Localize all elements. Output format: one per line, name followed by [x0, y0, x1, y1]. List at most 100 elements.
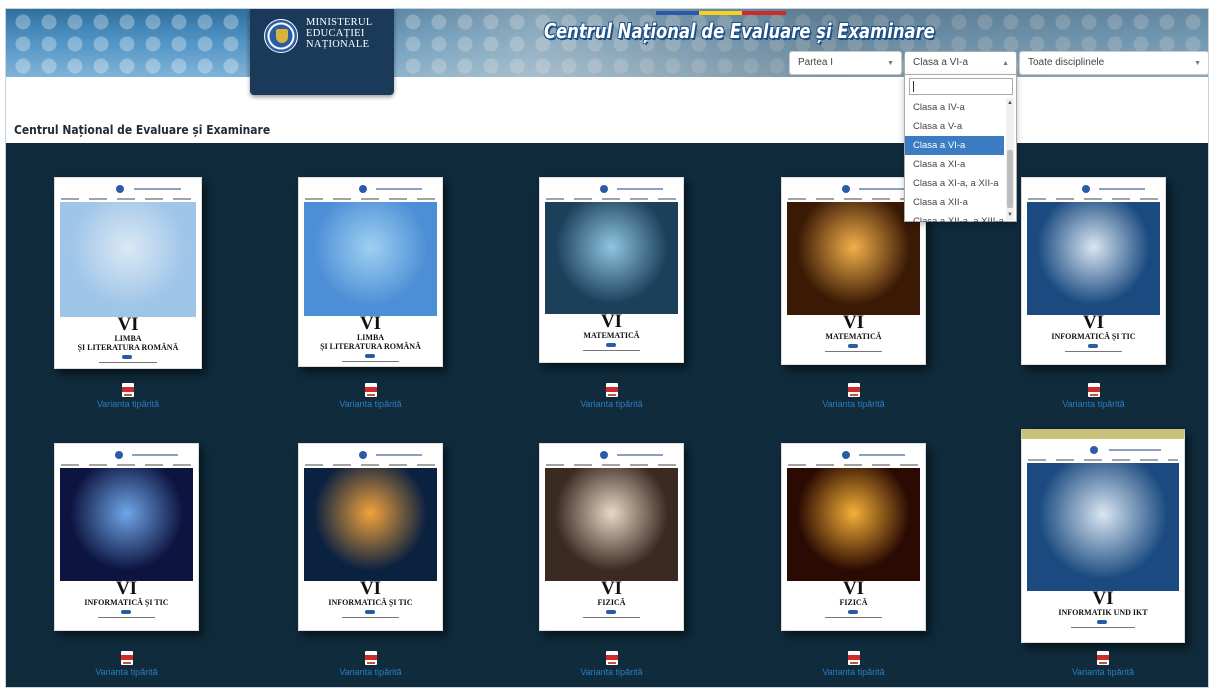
class-option[interactable]: Clasa a XII-a — [905, 193, 1004, 212]
cover-header — [1022, 445, 1184, 455]
book-subject: ȘI LITERATURA ROMÂNĂ — [77, 343, 179, 352]
printed-version-link[interactable]: Varianta tipărită — [552, 667, 672, 677]
pdf-file-icon[interactable] — [1087, 383, 1100, 397]
cover-header — [1022, 184, 1165, 194]
class-option[interactable]: Clasa a V-a — [905, 117, 1004, 136]
publisher-logo-icon — [364, 354, 375, 358]
printed-version-link[interactable]: Varianta tipărită — [311, 399, 431, 409]
flag-stripe — [656, 11, 786, 15]
publisher-line — [98, 362, 158, 363]
class-option[interactable]: Clasa a VI-a — [905, 136, 1004, 155]
printed-version-link[interactable]: Varianta tipărită — [311, 667, 431, 677]
emblem-icon — [842, 451, 851, 459]
cover-authors — [61, 198, 195, 200]
book-subject: INFORMATICĂ ȘI TIC — [84, 598, 169, 607]
scrollbar-thumb[interactable] — [1007, 150, 1013, 208]
class-option[interactable]: Clasa a XII-a, a XIII-a — [905, 212, 1004, 222]
book-grade: VI — [842, 578, 865, 599]
class-search-input[interactable] — [909, 78, 1013, 95]
cover-authors — [788, 464, 919, 466]
emblem-icon — [115, 451, 124, 459]
emblem-icon — [116, 185, 125, 193]
book-cover[interactable]: VI INFORMATICĂ ȘI TIC — [298, 443, 443, 631]
class-option[interactable]: Clasa a IV-a — [905, 98, 1004, 117]
ministry-line-2: EDUCAȚIEI — [306, 28, 365, 39]
discipline-select-value: Toate disciplinele — [1028, 57, 1105, 68]
ministry-line-1: MINISTERUL — [306, 17, 373, 28]
book-grade: VI — [117, 314, 139, 335]
ministry-logo[interactable]: MINISTERUL EDUCAȚIEI NAȚIONALE — [250, 9, 394, 95]
printed-version-link[interactable]: Varianta tipărită — [794, 399, 914, 409]
book-cover[interactable]: VI INFORMATICĂ ȘI TIC — [54, 443, 199, 631]
book-grade: VI — [842, 312, 865, 333]
publisher-line — [582, 350, 641, 351]
pdf-file-icon[interactable] — [847, 651, 860, 665]
printed-version-link[interactable]: Varianta tipărită — [1034, 399, 1154, 409]
class-option[interactable]: Clasa a XI-a — [905, 155, 1004, 174]
part-select[interactable]: Partea I ▼ — [789, 51, 902, 75]
book-grade: VI — [1082, 312, 1105, 333]
publisher-line — [1070, 627, 1136, 628]
printed-version-link[interactable]: Varianta tipărită — [552, 399, 672, 409]
cover-authors — [305, 198, 436, 200]
cover-illustration — [787, 468, 920, 581]
publisher-line — [824, 351, 883, 352]
book-cover[interactable]: VI INFORMATIK UND IKT — [1021, 429, 1185, 643]
discipline-select[interactable]: Toate disciplinele ▼ — [1019, 51, 1208, 75]
publisher-logo-icon — [122, 355, 133, 359]
scroll-down-icon[interactable]: ▼ — [1007, 212, 1013, 218]
pdf-file-icon[interactable] — [120, 651, 133, 665]
printed-version-link[interactable]: Varianta tipărită — [1043, 667, 1163, 677]
cover-header — [55, 450, 198, 460]
ministry-name: MINISTERUL EDUCAȚIEI NAȚIONALE — [306, 17, 390, 50]
printed-version-link[interactable]: Varianta tipărită — [67, 667, 187, 677]
pdf-file-icon[interactable] — [122, 383, 134, 397]
emblem-icon — [1082, 185, 1091, 193]
chevron-down-icon: ▼ — [1194, 60, 1201, 67]
book-subject: LIMBA — [356, 333, 385, 342]
pdf-file-icon[interactable] — [605, 651, 618, 665]
text-cursor — [913, 81, 914, 92]
cover-authors — [1028, 198, 1159, 200]
book-grade: VI — [600, 311, 623, 332]
publisher-logo-icon — [605, 610, 616, 614]
publisher-logo-icon — [1096, 620, 1107, 624]
book-cover[interactable]: VI LIMBA ȘI LITERATURA ROMÂNĂ — [298, 177, 443, 367]
emblem-icon — [842, 185, 851, 193]
ministry-line-3: NAȚIONALE — [306, 39, 370, 50]
printed-version-link[interactable]: Varianta tipărită — [794, 667, 914, 677]
book-cover[interactable]: VI INFORMATICĂ ȘI TIC — [1021, 177, 1166, 365]
cover-illustration — [60, 468, 193, 581]
book-subject: INFORMATIK UND IKT — [1058, 608, 1148, 617]
class-select[interactable]: Clasa a VI-a ▲ — [904, 51, 1017, 75]
book-grade: VI — [600, 578, 623, 599]
book-subject: MATEMATICĂ — [825, 332, 882, 341]
chevron-up-icon: ▲ — [1002, 60, 1009, 67]
emblem-icon — [359, 185, 368, 193]
pdf-file-icon[interactable] — [364, 383, 377, 397]
pdf-file-icon[interactable] — [605, 383, 618, 397]
book-cover[interactable]: VI FIZICĂ — [781, 443, 926, 631]
book-subject: INFORMATICĂ ȘI TIC — [1051, 332, 1136, 341]
site-title[interactable]: Centrul Național de Evaluare și Examinar… — [544, 19, 935, 43]
part-select-value: Partea I — [798, 57, 834, 68]
book-grade: VI — [1092, 588, 1114, 609]
book-cover[interactable]: VI FIZICĂ — [539, 443, 684, 631]
publisher-line — [97, 617, 156, 618]
printed-version-link[interactable]: Varianta tipărită — [68, 399, 188, 409]
cover-header — [540, 184, 683, 194]
pdf-file-icon[interactable] — [364, 651, 377, 665]
scroll-up-icon[interactable]: ▲ — [1007, 100, 1013, 106]
pdf-file-icon[interactable] — [1097, 651, 1109, 665]
cover-illustration — [787, 202, 920, 315]
cover-illustration — [545, 202, 678, 314]
book-cover[interactable]: VI LIMBA ȘI LITERATURA ROMÂNĂ — [54, 177, 202, 369]
class-select-value: Clasa a VI-a — [913, 57, 969, 68]
chevron-down-icon: ▼ — [887, 60, 894, 67]
pdf-file-icon[interactable] — [847, 383, 860, 397]
publisher-logo-icon — [847, 610, 858, 614]
book-cover[interactable]: VI MATEMATICĂ — [539, 177, 684, 363]
dropdown-scrollbar[interactable]: ▲ ▼ — [1006, 98, 1014, 220]
cover-illustration — [60, 202, 196, 317]
class-option[interactable]: Clasa a XI-a, a XII-a — [905, 174, 1004, 193]
